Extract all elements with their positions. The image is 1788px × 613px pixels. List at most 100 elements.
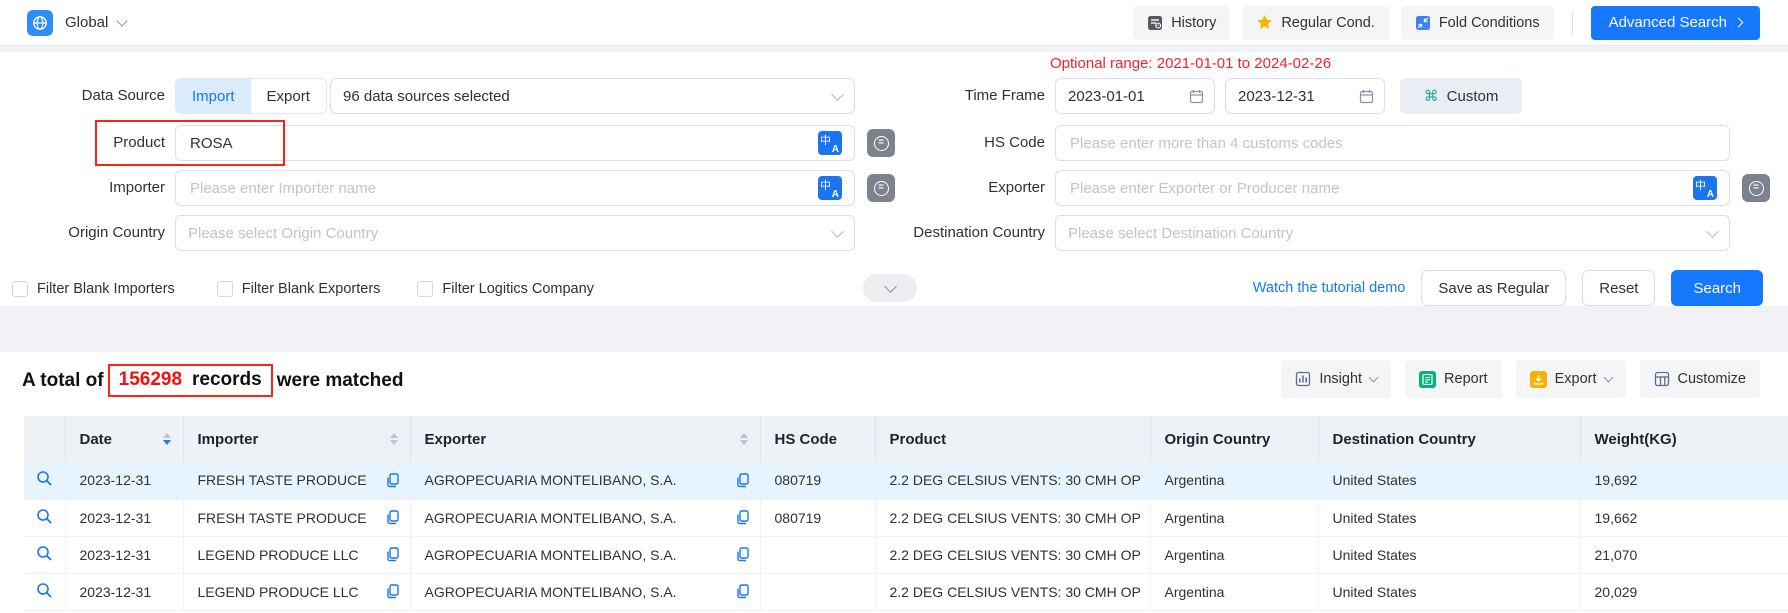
sort-icon[interactable] [163,433,171,445]
globe-logo-icon [27,10,53,36]
data-sources-dropdown[interactable]: 96 data sources selected [330,78,855,114]
cell-date: 2023-12-31 [65,536,183,573]
custom-range-label: Custom [1447,88,1499,105]
insight-button-label: Insight [1319,371,1362,387]
count-annotation-red-box: 156298 records [108,364,273,397]
magnifier-icon[interactable] [36,582,53,599]
hs-code-input[interactable] [1068,134,1717,153]
sort-icon[interactable] [740,433,748,445]
top-bar: Global History Regular Cond. Fold Condit… [0,0,1788,46]
search-conditions-panel: Optional range: 2021-01-01 to 2024-02-26… [0,52,1788,306]
importer-input[interactable] [188,179,818,198]
row-detail-cell [24,536,65,573]
magnifier-column-header [24,416,65,462]
regular-cond-button[interactable]: Regular Cond. [1242,6,1389,40]
copy-icon[interactable] [386,584,400,599]
checkbox-icon[interactable] [217,281,233,297]
filter-logistics-company-checkbox[interactable]: Filter Logitics Company [417,281,594,297]
column-header-importer[interactable]: Importer [183,416,410,462]
filter-logistics-company-label: Filter Logitics Company [442,281,594,297]
table-row[interactable]: 2023-12-31 LEGEND PRODUCE LLC AGROPECUAR… [24,536,1788,573]
exporter-input[interactable] [1068,179,1693,198]
column-header-hs-code: HS Code [760,416,875,462]
customize-button[interactable]: Customize [1640,360,1761,398]
magnifier-icon[interactable] [36,508,53,525]
region-selector-label[interactable]: Global [65,14,108,31]
chevron-down-icon [1706,225,1719,238]
search-button[interactable]: Search [1671,270,1763,306]
customize-grid-icon [1654,371,1670,387]
filter-blank-exporters-checkbox[interactable]: Filter Blank Exporters [217,281,381,297]
cell-origin: Argentina [1150,462,1318,499]
save-as-regular-button[interactable]: Save as Regular [1421,270,1566,306]
table-row[interactable]: 2023-12-31 FRESH TASTE PRODUCE AGROPECUA… [24,462,1788,499]
product-input[interactable] [188,134,818,153]
cell-product: 2.2 DEG CELSIUS VENTS: 30 CMH OP [875,462,1150,499]
checkbox-icon[interactable] [12,281,28,297]
data-source-segmented-control: Import Export [175,78,327,114]
data-sources-selected-text: 96 data sources selected [343,88,833,105]
cell-destination: United States [1318,573,1580,610]
destination-country-placeholder: Please select Destination Country [1068,225,1708,242]
star-icon [1256,14,1273,31]
report-button-label: Report [1444,371,1488,387]
divider [1572,11,1573,35]
copy-icon[interactable] [386,510,400,525]
custom-range-button[interactable]: ⌘ Custom [1400,78,1522,114]
column-header-exporter[interactable]: Exporter [410,416,760,462]
origin-country-select[interactable]: Please select Origin Country [175,215,855,251]
advanced-search-button[interactable]: Advanced Search [1591,6,1760,40]
copy-icon[interactable] [386,547,400,562]
row-detail-cell [24,573,65,610]
time-frame-label: Time Frame [845,78,1045,114]
results-panel: A total of 156298 records were matched I… [0,352,1788,613]
advanced-search-label: Advanced Search [1609,14,1727,31]
copy-icon[interactable] [736,510,750,525]
tutorial-demo-link[interactable]: Watch the tutorial demo [1253,280,1406,296]
exporter-input-wrap: 中A [1055,170,1730,206]
date-to-input[interactable]: 2023-12-31 [1225,78,1385,114]
tab-export[interactable]: Export [251,79,326,113]
export-button[interactable]: Export [1516,360,1626,398]
reset-button[interactable]: Reset [1582,270,1655,306]
copy-icon[interactable] [736,584,750,599]
cell-exporter: AGROPECUARIA MONTELIBANO, S.A. [410,573,760,610]
tab-import[interactable]: Import [176,79,251,113]
magnifier-icon[interactable] [36,545,53,562]
table-row[interactable]: 2023-12-31 LEGEND PRODUCE LLC AGROPECUAR… [24,573,1788,610]
date-from-input[interactable]: 2023-01-01 [1055,78,1215,114]
circled-equals-icon: = [1749,181,1764,196]
history-button[interactable]: History [1133,6,1230,40]
chevron-down-icon[interactable] [117,15,128,26]
column-header-date[interactable]: Date [65,416,183,462]
magnifier-icon[interactable] [36,470,53,487]
destination-country-select[interactable]: Please select Destination Country [1055,215,1730,251]
sort-icon[interactable] [390,433,398,445]
cell-date: 2023-12-31 [65,462,183,499]
export-icon [1530,371,1547,388]
table-row[interactable]: 2023-12-31 FRESH TASTE PRODUCE AGROPECUA… [24,499,1788,536]
copy-icon[interactable] [386,473,400,488]
translate-icon[interactable]: 中A [818,176,842,200]
results-table: Date Importer Exporter HS Code Product O… [24,416,1788,611]
insight-chart-icon [1295,371,1311,387]
report-button[interactable]: Report [1405,360,1502,398]
translate-icon[interactable]: 中A [818,131,842,155]
filter-blank-importers-checkbox[interactable]: Filter Blank Importers [12,281,175,297]
cell-hs-code: 080719 [760,499,875,536]
copy-icon[interactable] [736,473,750,488]
translate-icon[interactable]: 中A [1693,176,1717,200]
cell-destination: United States [1318,536,1580,573]
cell-exporter: AGROPECUARIA MONTELIBANO, S.A. [410,499,760,536]
insight-button[interactable]: Insight [1281,360,1391,398]
results-summary: A total of 156298 records were matched [22,364,403,397]
fold-conditions-button-label: Fold Conditions [1439,15,1540,31]
fold-conditions-button[interactable]: Fold Conditions [1401,6,1554,40]
filter-blank-importers-label: Filter Blank Importers [37,281,175,297]
cell-hs-code: 080719 [760,462,875,499]
copy-icon[interactable] [736,547,750,562]
exporter-exact-match-toggle[interactable]: = [1742,174,1770,202]
checkbox-icon[interactable] [417,281,433,297]
collapse-conditions-pill[interactable] [863,274,917,302]
row-detail-cell [24,462,65,499]
